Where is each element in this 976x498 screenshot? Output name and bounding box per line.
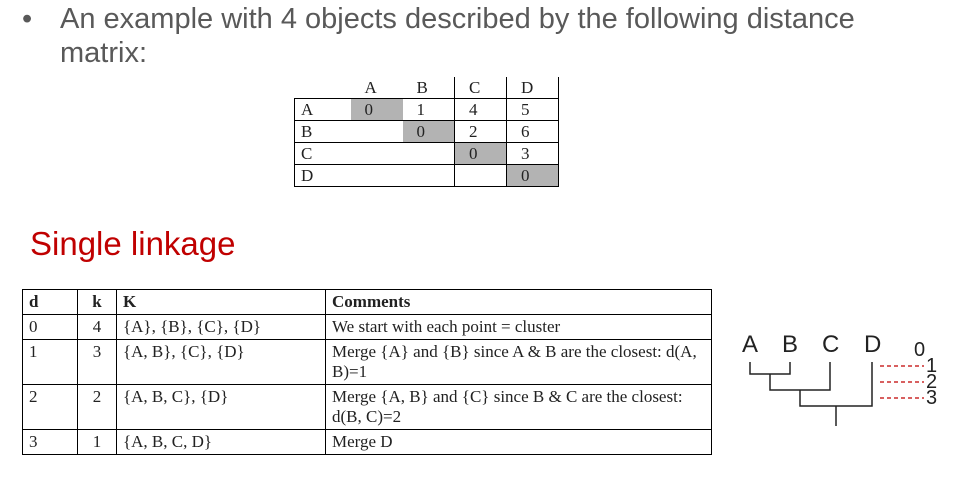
column-header-d: d (22, 289, 78, 315)
cell-d: 3 (22, 429, 78, 455)
dendrogram-leaf-label: D (864, 331, 881, 358)
dendrogram-merge-abc (769, 362, 831, 391)
bullet-text: An example with 4 objects described by t… (60, 3, 855, 69)
matrix-cell: 6 (506, 120, 559, 143)
matrix-cell (402, 164, 455, 187)
distance-matrix: A B C D A 0 1 4 5 B 0 2 6 C 0 3 D 0 (294, 77, 559, 187)
matrix-row-header: D (294, 164, 351, 187)
matrix-cell: 0 (402, 120, 455, 143)
dendrogram-level-label: 0 (914, 339, 925, 361)
matrix-col-header: D (506, 77, 559, 99)
dendrogram-leaf-label: C (822, 331, 839, 358)
cell-k: 4 (77, 314, 117, 340)
column-header-comments: Comments (325, 289, 712, 315)
matrix-corner (295, 77, 351, 99)
table-row: 3 1 {A, B, C, D} Merge D (22, 429, 712, 455)
cell-comment: Merge D (325, 429, 712, 455)
dendrogram: A B C D 0 1 2 3 (742, 331, 937, 426)
matrix-cell (350, 142, 403, 165)
column-header-clusters: K (116, 289, 326, 315)
matrix-cell: 0 (506, 164, 559, 187)
cell-comment: Merge {A, B} and {C} since B & C are the… (325, 384, 712, 430)
matrix-cell (454, 164, 507, 187)
column-header-k: k (77, 289, 117, 315)
cell-comment: Merge {A} and {B} since A & B are the cl… (325, 339, 712, 385)
cell-clusters: {A, B, C}, {D} (116, 384, 326, 430)
cell-clusters: {A}, {B}, {C}, {D} (116, 314, 326, 340)
matrix-cell: 0 (454, 142, 507, 165)
bullet-marker: • (22, 3, 33, 35)
cell-d: 1 (22, 339, 78, 385)
dendrogram-merge-abcd (799, 362, 873, 407)
cell-d: 2 (22, 384, 78, 430)
dendrogram-leaf-label: B (782, 331, 798, 358)
table-header-row: d k K Comments (22, 289, 712, 315)
cell-clusters: {A, B, C, D} (116, 429, 326, 455)
table-row: 0 4 {A}, {B}, {C}, {D} We start with eac… (22, 314, 712, 340)
matrix-row: C 0 3 (294, 142, 559, 165)
matrix-col-header: A (364, 78, 377, 97)
matrix-header-row: A B C D (295, 77, 559, 99)
matrix-cell (402, 142, 455, 165)
matrix-row-header: B (294, 120, 351, 143)
table-row: 2 2 {A, B, C}, {D} Merge {A, B} and {C} … (22, 384, 712, 430)
dendrogram-level-label: 3 (926, 387, 937, 409)
cell-comment: We start with each point = cluster (325, 314, 712, 340)
matrix-cell: 2 (454, 120, 507, 143)
linkage-steps-table: d k K Comments 0 4 {A}, {B}, {C}, {D} We… (22, 289, 712, 455)
matrix-row: D 0 (294, 164, 559, 187)
matrix-row-header: A (294, 98, 351, 121)
matrix-cell: 1 (402, 98, 455, 121)
cell-k: 2 (77, 384, 117, 430)
matrix-cell: 4 (454, 98, 507, 121)
dendrogram-leaf-label: A (742, 331, 758, 358)
matrix-col-header: C (454, 77, 507, 99)
matrix-cell: 3 (506, 142, 559, 165)
matrix-row: A 0 1 4 5 (294, 98, 559, 121)
matrix-cell: 5 (506, 98, 559, 121)
table-row: 1 3 {A, B}, {C}, {D} Merge {A} and {B} s… (22, 339, 712, 385)
matrix-col-header: B (402, 77, 455, 99)
dendrogram-merge-ab (749, 362, 791, 375)
cell-d: 0 (22, 314, 78, 340)
matrix-row: B 0 2 6 (294, 120, 559, 143)
cell-k: 1 (77, 429, 117, 455)
matrix-row-header: C (294, 142, 351, 165)
matrix-cell: 0 (350, 98, 403, 121)
matrix-cell (350, 120, 403, 143)
cell-k: 3 (77, 339, 117, 385)
section-title: Single linkage (30, 225, 236, 262)
matrix-cell (350, 164, 403, 187)
cell-clusters: {A, B}, {C}, {D} (116, 339, 326, 385)
